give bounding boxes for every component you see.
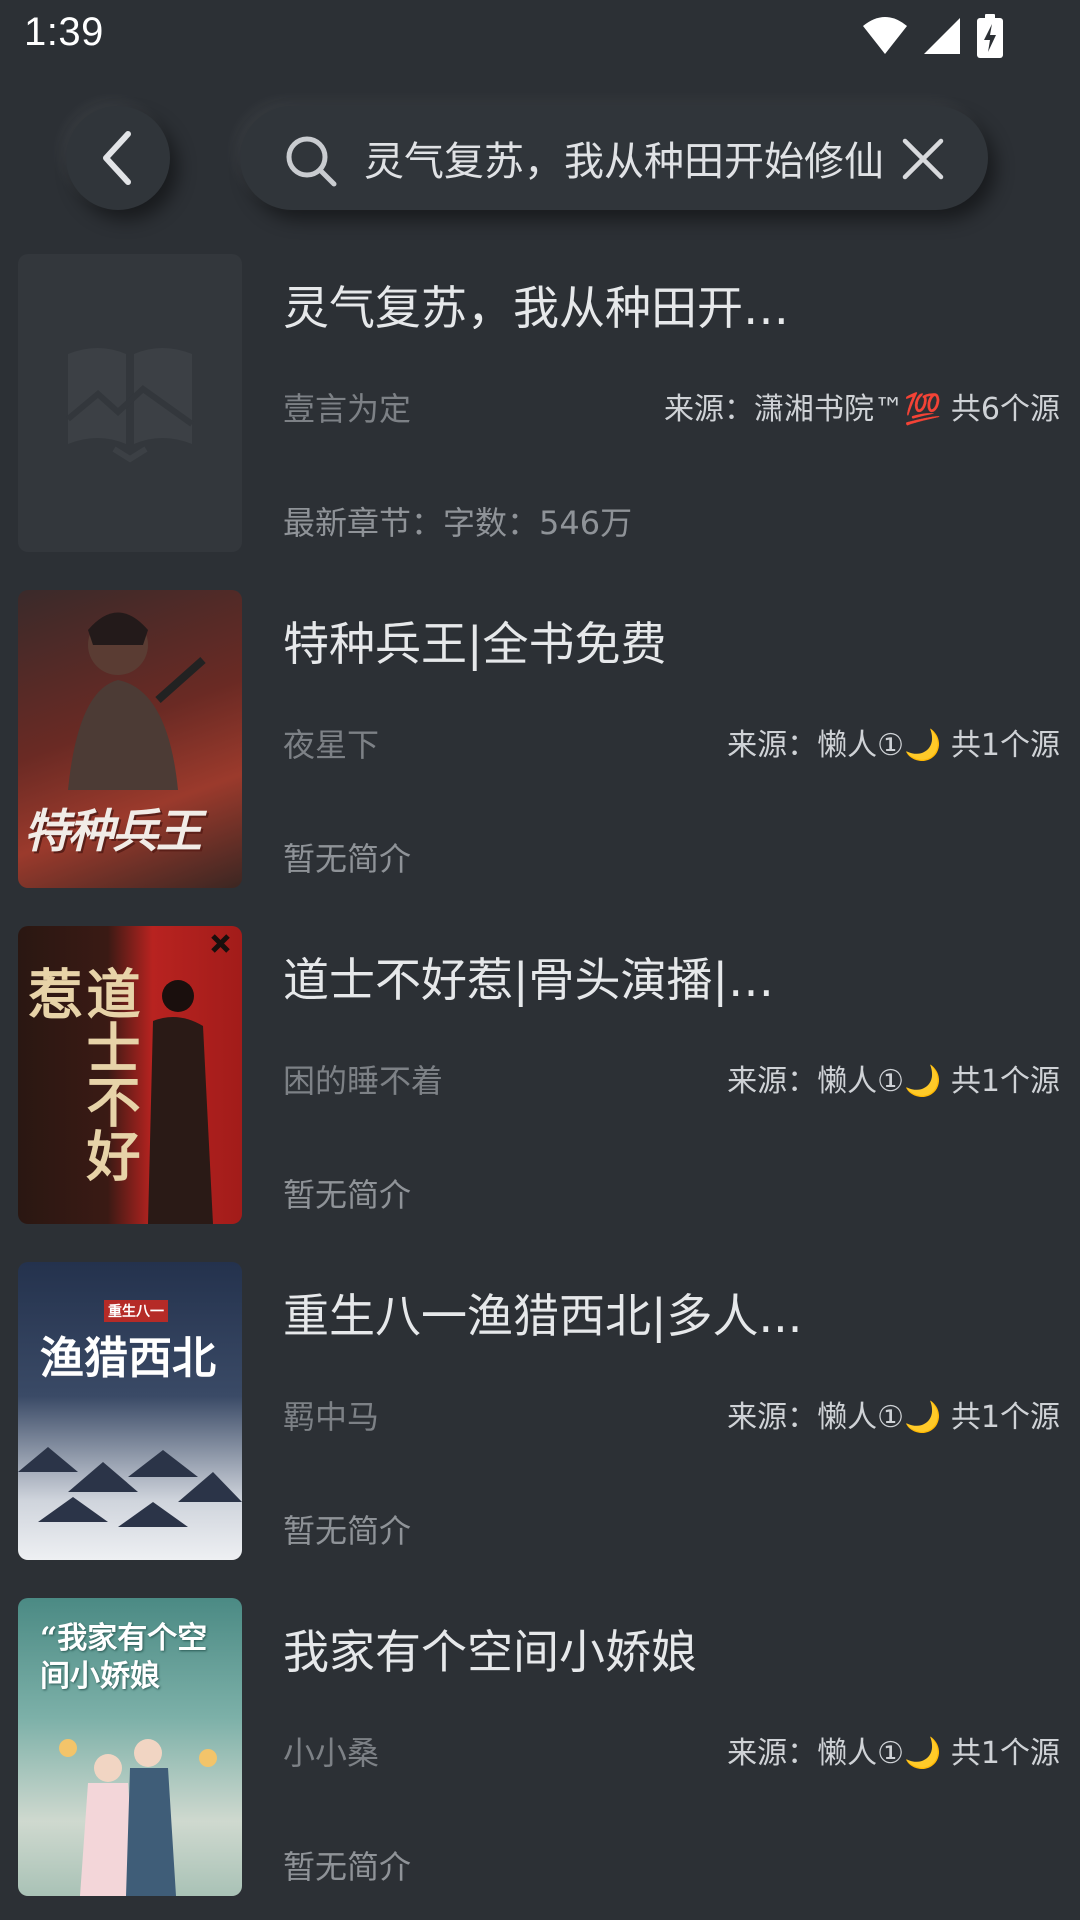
signal-icon [924,18,960,54]
book-title: 我家有个空间小娇娘 [283,1625,697,1679]
screen: 1:39 灵气复苏，我从种田开始修仙 灵气复苏，我从种田开始... 壹言为定 来… [0,0,1080,1920]
book-cover [18,254,242,552]
book-author: 困的睡不着 [283,1062,444,1100]
status-time: 1:39 [24,10,104,54]
status-bar: 1:39 [0,0,1080,72]
battery-charging-icon [977,14,1003,58]
book-intro: 暂无简介 [283,1176,412,1214]
book-intro: 暂无简介 [283,840,412,878]
wifi-icon [863,17,907,54]
book-list-item[interactable]: “我家有个空间小娇娘 我家有个空间小娇娘 小小桑 来源：懒人①︎🌙 共1个源 暂… [0,1598,1080,1898]
book-cover: “我家有个空间小娇娘 [18,1598,242,1896]
book-placeholder-icon [66,348,194,463]
book-title: 道士不好惹|骨头演播|多... [283,953,803,1007]
cover-subtitle-art: 重生八一 [104,1300,168,1322]
book-intro: 暂无简介 [283,1512,412,1550]
back-button[interactable] [66,106,170,210]
book-cover: 道士不好惹 [18,926,242,1224]
book-latest-chapter: 最新章节：字数：546万 [283,504,633,542]
book-author: 羁中马 [283,1398,380,1436]
cover-title-art: “我家有个空间小娇娘 [40,1621,208,1694]
book-cover: 特种兵王 [18,590,242,888]
chevron-left-icon [103,131,131,185]
cover-title-art: 特种兵王 [24,804,202,858]
search-box[interactable] [240,106,988,210]
status-icons [862,14,1004,58]
book-author: 壹言为定 [283,390,412,428]
book-source: 来源：懒人①︎🌙 共1个源 [727,1064,1060,1099]
book-source: 来源：潇湘书院™💯 共6个源 [664,392,1060,427]
search-icon [286,136,337,187]
search-input[interactable] [364,128,894,188]
book-list-item[interactable]: 道士不好惹 道士不好惹|骨头演播|多... 困的睡不着 来源：懒人①︎🌙 共1个… [0,926,1080,1226]
book-list-item[interactable]: 重生八一 渔猎西北 重生八一渔猎西北|多人... 羁中马 来源：懒人①︎🌙 共1… [0,1262,1080,1562]
book-source: 来源：懒人①︎🌙 共1个源 [727,1400,1060,1435]
book-list-item[interactable]: 灵气复苏，我从种田开始... 壹言为定 来源：潇湘书院™💯 共6个源 最新章节：… [0,254,1080,554]
book-intro: 暂无简介 [283,1848,412,1886]
book-author: 夜星下 [283,726,380,764]
cover-title-art: 道士不好惹 [19,966,141,1182]
book-title: 灵气复苏，我从种田开始... [283,281,803,335]
book-list-item[interactable]: 特种兵王 特种兵王|全书免费 夜星下 来源：懒人①︎🌙 共1个源 暂无简介 [0,590,1080,890]
book-title: 重生八一渔猎西北|多人... [283,1289,803,1343]
book-cover: 重生八一 渔猎西北 [18,1262,242,1560]
cover-title-art: 渔猎西北 [40,1333,216,1384]
book-author: 小小桑 [283,1734,380,1772]
book-source: 来源：懒人①︎🌙 共1个源 [727,728,1060,763]
book-source: 来源：懒人①︎🌙 共1个源 [727,1736,1060,1771]
close-icon[interactable] [900,136,946,182]
book-title: 特种兵王|全书免费 [283,617,667,671]
